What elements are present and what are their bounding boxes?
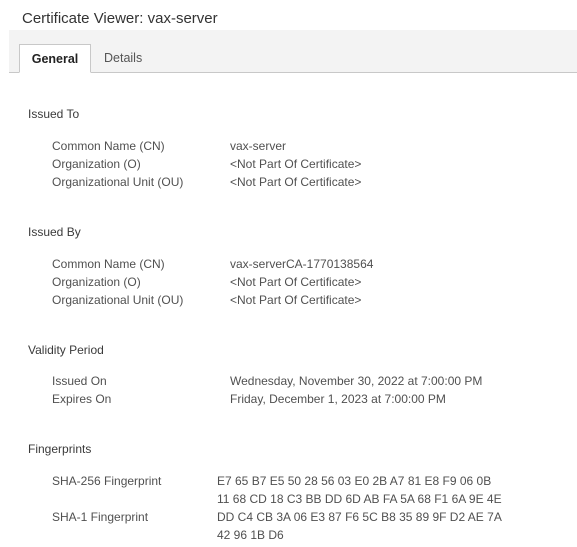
issued-to-ou-value: <Not Part Of Certificate> [230,175,362,189]
issued-on-value: Wednesday, November 30, 2022 at 7:00:00 … [230,374,483,388]
issued-by-cn-value: vax-serverCA-1770138564 [230,257,374,271]
issued-by-o-label: Organization (O) [52,275,141,289]
sha256-value-line2: 11 68 CD 18 C3 BB DD 6D AB FA 5A 68 F1 6… [217,492,502,506]
title-bar: Certificate Viewer: vax-server [0,0,577,30]
window-title: Certificate Viewer: vax-server [22,10,218,27]
issued-by-o-value: <Not Part Of Certificate> [230,275,362,289]
sha256-label: SHA-256 Fingerprint [52,474,162,488]
tab-general[interactable]: General [19,44,91,73]
tab-strip [9,30,577,73]
issued-to-cn-label: Common Name (CN) [52,139,165,153]
issued-by-cn-label: Common Name (CN) [52,257,165,271]
tab-details[interactable]: Details [104,44,142,73]
expires-on-value: Friday, December 1, 2023 at 7:00:00 PM [230,392,446,406]
sha1-value-line1: DD C4 CB 3A 06 E3 87 F6 5C B8 35 89 9F D… [217,510,502,524]
issued-to-ou-label: Organizational Unit (OU) [52,175,184,189]
issued-to-o-label: Organization (O) [52,157,141,171]
sha1-label: SHA-1 Fingerprint [52,510,149,524]
issued-to-heading: Issued To [28,107,80,121]
issued-to-cn-value: vax-server [230,139,287,153]
fingerprints-heading: Fingerprints [28,442,92,456]
validity-heading: Validity Period [28,343,104,357]
issued-on-label: Issued On [52,374,107,388]
sha256-value-line1: E7 65 B7 E5 50 28 56 03 E0 2B A7 81 E8 F… [217,474,492,488]
expires-on-label: Expires On [52,392,112,406]
issued-by-ou-value: <Not Part Of Certificate> [230,293,362,307]
sha1-value-line2: 42 96 1B D6 [217,528,284,542]
issued-by-ou-label: Organizational Unit (OU) [52,293,184,307]
issued-by-heading: Issued By [28,225,81,239]
issued-to-o-value: <Not Part Of Certificate> [230,157,362,171]
